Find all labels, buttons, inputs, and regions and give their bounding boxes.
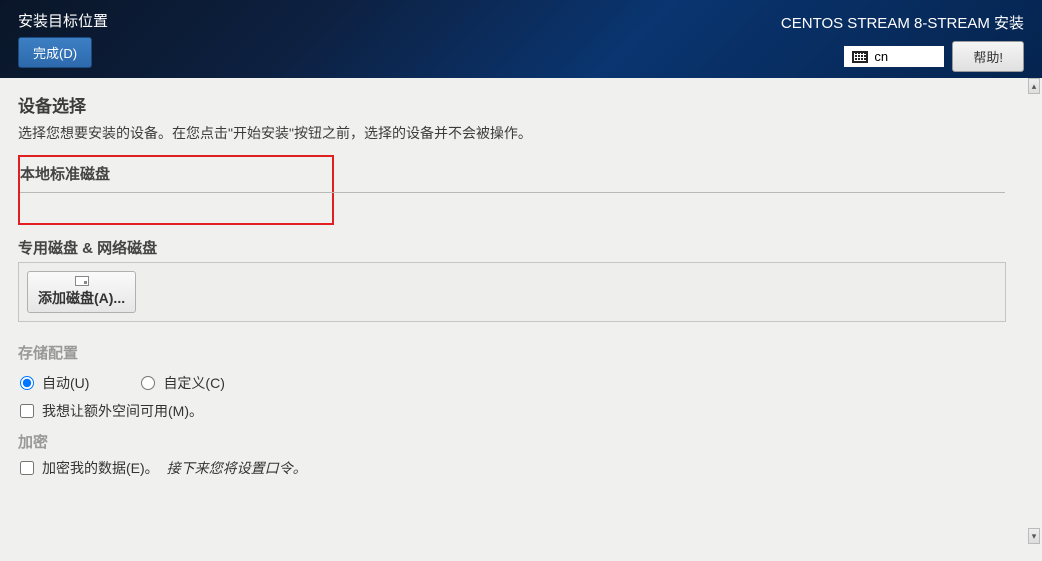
keyboard-layout-indicator[interactable]: cn [844, 46, 944, 67]
keyboard-layout-label: cn [874, 49, 888, 64]
extra-space-label: 我想让额外空间可用(M)。 [42, 401, 203, 421]
content-area: 设备选择 选择您想要安装的设备。在您点击"开始安装"按钮之前，选择的设备并不会被… [0, 78, 1042, 561]
extra-space-checkbox[interactable] [20, 404, 34, 418]
disk-icon [75, 276, 89, 286]
scroll-up-arrow[interactable]: ▴ [1028, 78, 1040, 94]
done-button[interactable]: 完成(D) [18, 37, 92, 68]
local-disks-title: 本地标准磁盘 [20, 163, 332, 188]
scroll-down-arrow[interactable]: ▾ [1028, 528, 1040, 544]
custom-label: 自定义(C) [163, 373, 224, 393]
installer-header: 安装目标位置 完成(D) CENTOS STREAM 8-STREAM 安装 c… [0, 0, 1042, 78]
extra-space-option[interactable]: 我想让额外空间可用(M)。 [20, 401, 1024, 421]
help-button[interactable]: 帮助! [952, 41, 1024, 72]
local-disks-highlight: 本地标准磁盘 [18, 155, 334, 225]
encryption-title: 加密 [18, 431, 1024, 452]
custom-option[interactable]: 自定义(C) [141, 373, 224, 393]
storage-config-title: 存储配置 [18, 342, 1024, 363]
encrypt-option[interactable]: 加密我的数据(E)。 接下来您将设置口令。 [20, 458, 1024, 478]
special-disks-title: 专用磁盘 & 网络磁盘 [18, 237, 1024, 258]
header-left: 安装目标位置 完成(D) [18, 10, 108, 68]
header-controls: cn 帮助! [781, 41, 1024, 72]
auto-option[interactable]: 自动(U) [20, 373, 89, 393]
page-title: 安装目标位置 [18, 10, 108, 31]
encrypt-note: 接下来您将设置口令。 [167, 458, 307, 478]
special-disks-area: 添加磁盘(A)... [18, 262, 1006, 322]
custom-radio[interactable] [141, 376, 155, 390]
auto-label: 自动(U) [42, 373, 89, 393]
header-right: CENTOS STREAM 8-STREAM 安装 cn 帮助! [781, 12, 1024, 72]
device-selection-desc: 选择您想要安装的设备。在您点击"开始安装"按钮之前，选择的设备并不会被操作。 [18, 123, 1024, 143]
device-selection-title: 设备选择 [18, 92, 1024, 117]
keyboard-icon [852, 51, 868, 63]
storage-config-options: 自动(U) 自定义(C) [18, 369, 1024, 397]
auto-radio[interactable] [20, 376, 34, 390]
add-disk-label: 添加磁盘(A)... [38, 288, 125, 308]
encrypt-label: 加密我的数据(E)。 [42, 458, 159, 478]
product-name: CENTOS STREAM 8-STREAM 安装 [781, 12, 1024, 33]
divider [20, 192, 1005, 193]
scrollbar[interactable]: ▴ ▾ [1028, 78, 1040, 544]
add-disk-button[interactable]: 添加磁盘(A)... [27, 271, 136, 313]
encrypt-checkbox[interactable] [20, 461, 34, 475]
